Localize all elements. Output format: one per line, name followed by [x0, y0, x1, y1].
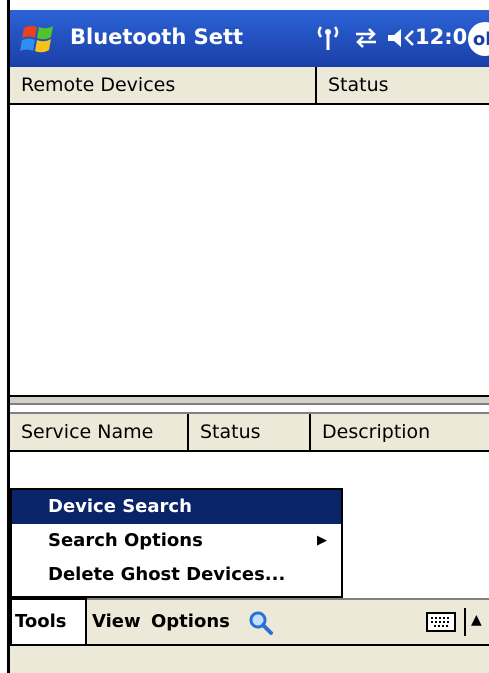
menu-view[interactable]: View — [92, 600, 141, 644]
column-service-status[interactable]: Status — [189, 414, 311, 450]
menu-item-search-options[interactable]: Search Options ▶ — [12, 524, 341, 558]
window-title: Bluetooth Sett — [70, 25, 244, 49]
keyboard-icon[interactable] — [426, 612, 456, 632]
menu-item-device-search[interactable]: Device Search — [12, 490, 341, 524]
devices-list-header: Remote Devices Status — [10, 67, 489, 105]
column-status[interactable]: Status — [317, 67, 489, 103]
menu-options[interactable]: Options — [151, 600, 230, 644]
menu-item-label: Delete Ghost Devices... — [48, 564, 286, 585]
search-icon[interactable] — [248, 610, 274, 636]
menu-item-label: Device Search — [48, 496, 192, 517]
column-description[interactable]: Description — [311, 414, 489, 450]
services-list-header: Service Name Status Description — [10, 412, 489, 452]
windows-start-icon[interactable] — [20, 22, 60, 56]
app-window: Bluetooth Sett 12:06 ok Remote Devices S… — [0, 0, 489, 673]
list-splitter[interactable] — [10, 395, 489, 405]
volume-icon[interactable] — [386, 25, 416, 51]
input-panel-arrow-icon[interactable]: ▲ — [471, 612, 482, 628]
devices-list[interactable] — [10, 105, 489, 395]
menu-bar: Tools View Options ▲ — [10, 598, 489, 646]
menu-item-label: Search Options — [48, 530, 203, 551]
title-bar: Bluetooth Sett 12:06 ok — [10, 10, 489, 67]
input-panel-divider — [464, 608, 466, 636]
ok-label: ok — [472, 28, 489, 50]
signal-icon[interactable] — [313, 24, 343, 52]
submenu-arrow-icon: ▶ — [317, 533, 327, 548]
sync-icon[interactable] — [353, 26, 379, 50]
column-remote-devices[interactable]: Remote Devices — [10, 67, 317, 103]
menu-tools[interactable]: Tools — [10, 598, 87, 644]
menu-item-delete-ghost-devices[interactable]: Delete Ghost Devices... — [12, 558, 341, 592]
bottom-edge — [10, 644, 489, 673]
tools-popup-menu: Device Search Search Options ▶ Delete Gh… — [10, 488, 343, 598]
column-service-name[interactable]: Service Name — [10, 414, 189, 450]
ok-button[interactable]: ok — [468, 22, 489, 56]
